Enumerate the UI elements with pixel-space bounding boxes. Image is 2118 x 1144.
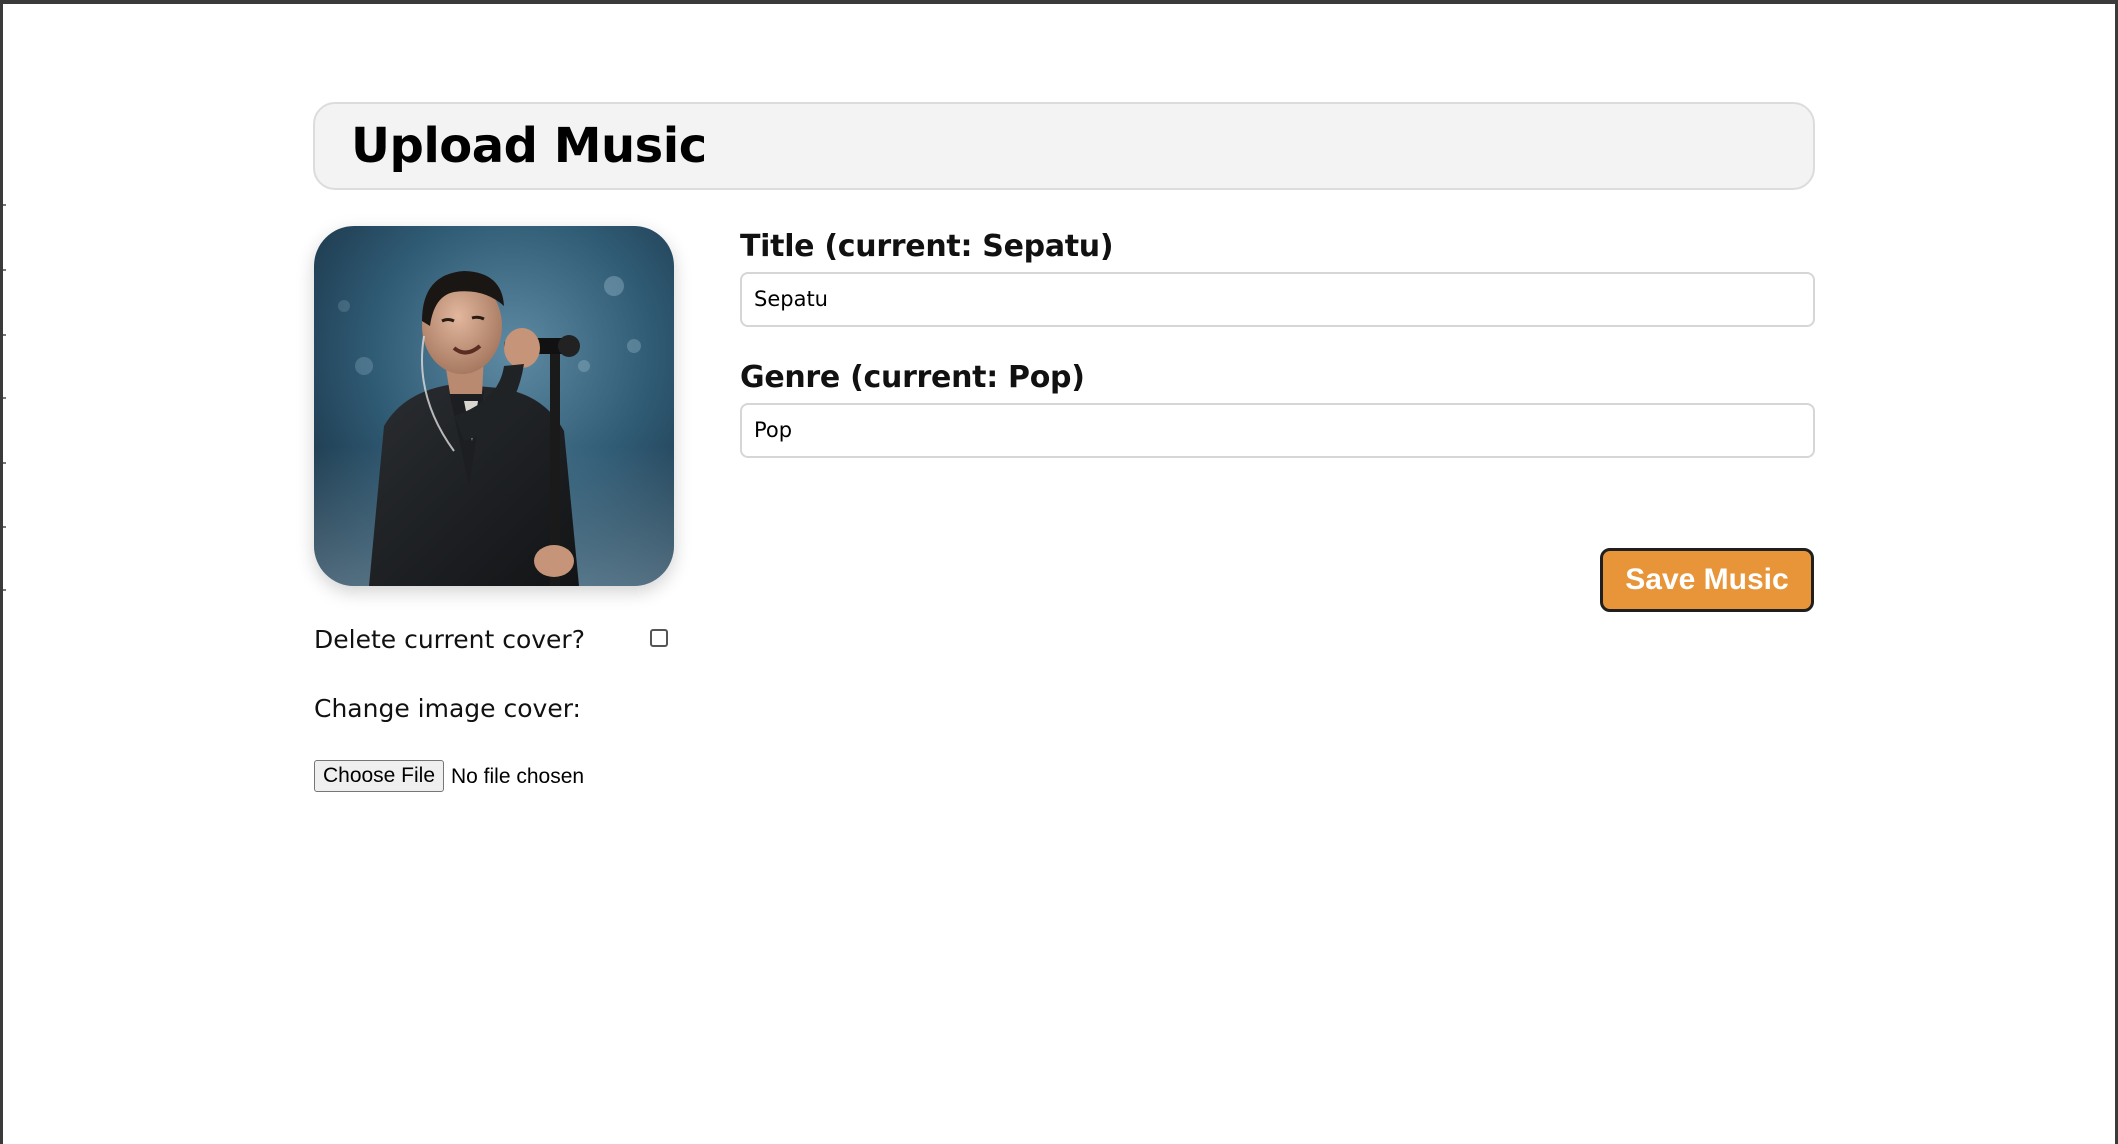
title-input[interactable]: Sepatu	[740, 272, 1815, 327]
browser-viewport: Upload Music Delete current cover? Chang…	[0, 0, 2118, 1144]
page-title: Upload Music	[351, 118, 707, 174]
title-label: Title (current: Sepatu)	[740, 229, 1114, 264]
genre-label: Genre (current: Pop)	[740, 360, 1085, 395]
file-status-text: No file chosen	[451, 765, 585, 788]
singer-photo	[314, 226, 674, 586]
change-cover-label: Change image cover:	[314, 694, 581, 723]
page-header: Upload Music	[313, 102, 1815, 190]
genre-input[interactable]: Pop	[740, 403, 1815, 458]
delete-cover-checkbox[interactable]	[650, 629, 668, 647]
delete-cover-label: Delete current cover?	[314, 625, 585, 654]
save-music-button[interactable]: Save Music	[1600, 548, 1814, 612]
choose-file-button[interactable]: Choose File	[314, 760, 444, 792]
cover-image	[314, 226, 674, 586]
